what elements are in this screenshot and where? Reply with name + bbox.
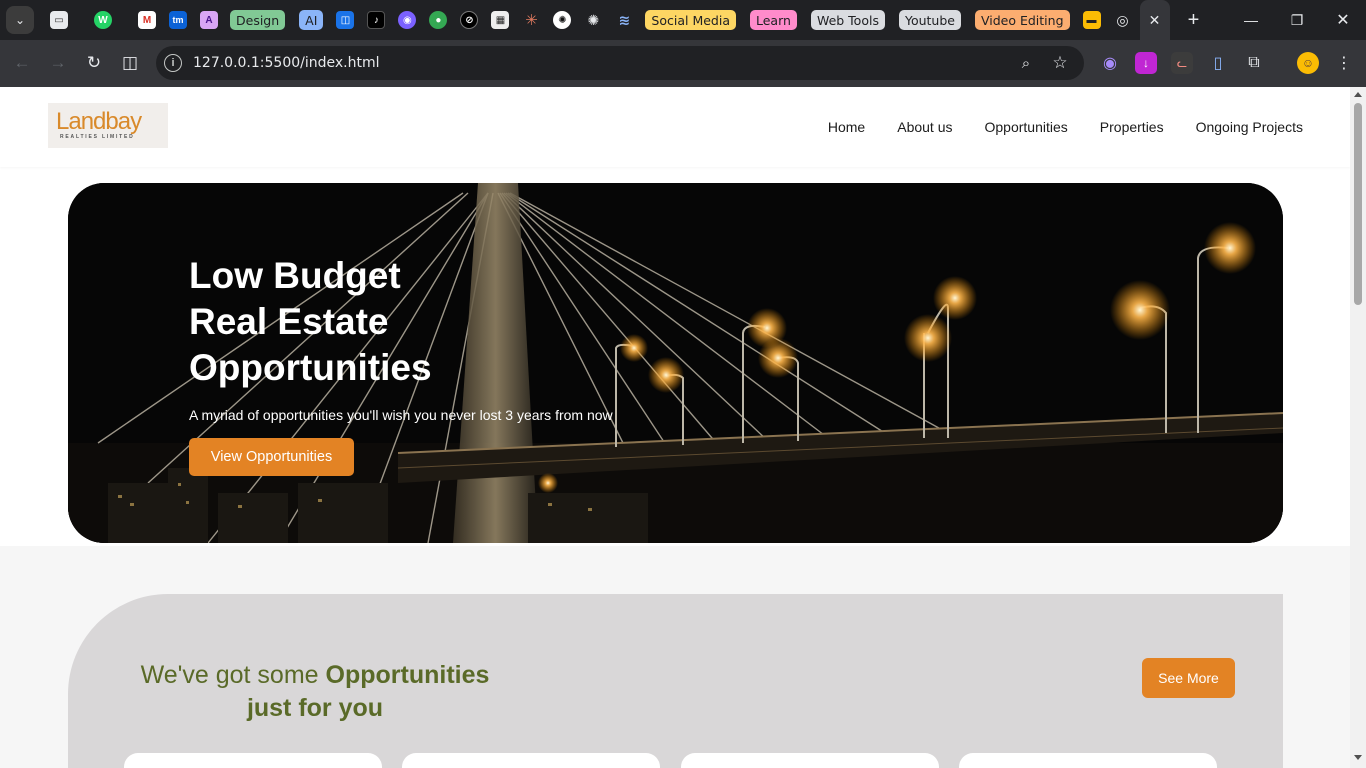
- logo-subtitle: REALTIES LIMITED: [60, 134, 135, 140]
- chrome-web-icon[interactable]: ●: [429, 11, 448, 29]
- link-icon[interactable]: ⊘: [460, 11, 479, 29]
- reload-icon[interactable]: ↻: [82, 51, 106, 75]
- browser-toolbar: ← → ↻ ◫ i 127.0.0.1:5500/index.html ⌕ ☆ …: [0, 40, 1366, 87]
- heading-bold: Opportunities: [325, 661, 490, 689]
- opportunities-section: We've got some Opportunities just for yo…: [0, 546, 1350, 768]
- nav-about-us[interactable]: About us: [897, 119, 952, 135]
- page-viewport: Landbay REALTIES LIMITED Home About us O…: [0, 87, 1350, 768]
- wave-icon[interactable]: ≋: [615, 11, 633, 29]
- bookmark-group-ai[interactable]: AI: [299, 10, 324, 30]
- app-icon[interactable]: ◫: [336, 11, 355, 29]
- nav-properties[interactable]: Properties: [1100, 119, 1164, 135]
- restore-icon[interactable]: ❐: [1274, 0, 1320, 40]
- menu-kebab-icon[interactable]: ⋮: [1333, 52, 1355, 74]
- opportunity-card[interactable]: [959, 753, 1217, 768]
- bookmark-group-learn[interactable]: Learn: [750, 10, 797, 30]
- hero-title-line-1: Low Budget: [189, 255, 401, 296]
- download-extension-icon[interactable]: ↓: [1135, 52, 1157, 74]
- tiktok-icon[interactable]: ♪: [367, 11, 386, 29]
- bookmark-favicon-icon[interactable]: ▭: [50, 11, 68, 29]
- close-window-icon[interactable]: ✕: [1320, 0, 1366, 40]
- address-bar[interactable]: i 127.0.0.1:5500/index.html ⌕ ☆: [156, 46, 1084, 80]
- scroll-up-icon[interactable]: [1354, 92, 1362, 97]
- bookmark-star-icon[interactable]: ☆: [1048, 51, 1072, 75]
- bookmark-group-web-tools[interactable]: Web Tools: [810, 10, 885, 30]
- extension-tab-icon[interactable]: ▬: [1082, 11, 1101, 29]
- minimize-icon[interactable]: —: [1228, 0, 1274, 40]
- opportunity-card[interactable]: [124, 753, 382, 768]
- opportunity-card[interactable]: [681, 753, 939, 768]
- claude-icon[interactable]: ✳: [522, 11, 540, 29]
- extensions-puzzle-icon[interactable]: ⧉: [1243, 52, 1265, 74]
- brain-icon[interactable]: ◉: [398, 11, 417, 29]
- scrollbar-thumb[interactable]: [1354, 103, 1362, 305]
- docs-extension-icon[interactable]: ▯: [1207, 52, 1229, 74]
- cat-extension-icon[interactable]: ᓚ: [1171, 52, 1193, 74]
- opportunities-panel: We've got some Opportunities just for yo…: [68, 594, 1283, 768]
- url-text[interactable]: 127.0.0.1:5500/index.html: [193, 55, 380, 71]
- brain-extension-icon[interactable]: ◉: [1099, 52, 1121, 74]
- site-header: Landbay REALTIES LIMITED Home About us O…: [0, 87, 1350, 167]
- chrome-icon[interactable]: ◎: [1114, 11, 1132, 29]
- zoom-icon[interactable]: ⌕: [1014, 51, 1038, 75]
- heading-line-2: just for you: [246, 694, 384, 722]
- hero-subtitle: A myriad of opportunities you'll wish yo…: [189, 407, 613, 423]
- bookmark-group-social-media[interactable]: Social Media: [645, 10, 736, 30]
- bookmark-group-design[interactable]: Design: [230, 10, 286, 30]
- view-opportunities-button[interactable]: View Opportunities: [189, 438, 354, 476]
- new-tab-icon[interactable]: +: [1184, 9, 1204, 32]
- scroll-down-icon[interactable]: [1354, 755, 1362, 760]
- hero-title-line-2: Real Estate: [189, 301, 389, 342]
- tab-search-icon[interactable]: ⌄: [6, 6, 34, 34]
- bookmark-group-youtube[interactable]: Youtube: [898, 10, 961, 30]
- nav-home[interactable]: Home: [828, 119, 865, 135]
- site-info-icon[interactable]: i: [164, 54, 182, 72]
- hero-title-line-3: Opportunities: [189, 347, 432, 388]
- back-icon[interactable]: ←: [10, 51, 34, 75]
- openai-icon[interactable]: ✺: [553, 11, 572, 29]
- bookmark-group-video-editing[interactable]: Video Editing: [974, 10, 1070, 30]
- nav-ongoing-projects[interactable]: Ongoing Projects: [1196, 119, 1303, 135]
- forward-icon[interactable]: →: [46, 51, 70, 75]
- hero-title: Low Budget Real Estate Opportunities: [189, 253, 589, 391]
- heading-plain: We've got some: [140, 661, 319, 689]
- whatsapp-icon[interactable]: W: [94, 11, 112, 29]
- tab-strip: ⌄ ▭ W M tm A Design AI ◫ ♪ ◉ ● ⊘ ▦ ✳ ✺ ✺…: [0, 0, 1366, 40]
- logo-word: Landbay: [56, 108, 142, 135]
- main-nav: Home About us Opportunities Properties O…: [828, 87, 1303, 167]
- grid-icon[interactable]: ▦: [491, 11, 510, 29]
- landbay-logo[interactable]: Landbay REALTIES LIMITED: [48, 103, 168, 148]
- profile-avatar[interactable]: ☺: [1297, 52, 1319, 74]
- close-tab-icon[interactable]: ✕: [1139, 0, 1170, 40]
- opportunities-heading: We've got some Opportunities just for yo…: [115, 659, 515, 725]
- gmail-icon[interactable]: M: [138, 11, 156, 29]
- see-more-button[interactable]: See More: [1142, 658, 1235, 698]
- openai-outline-icon[interactable]: ✺: [584, 11, 602, 29]
- ai-app-icon[interactable]: A: [200, 11, 218, 29]
- split-view-icon[interactable]: ◫: [118, 51, 142, 75]
- opportunity-card[interactable]: [402, 753, 660, 768]
- page-scrollbar[interactable]: [1350, 87, 1366, 768]
- hero-banner: Low Budget Real Estate Opportunities A m…: [68, 183, 1283, 543]
- tm-icon[interactable]: tm: [169, 11, 187, 29]
- nav-opportunities[interactable]: Opportunities: [985, 119, 1068, 135]
